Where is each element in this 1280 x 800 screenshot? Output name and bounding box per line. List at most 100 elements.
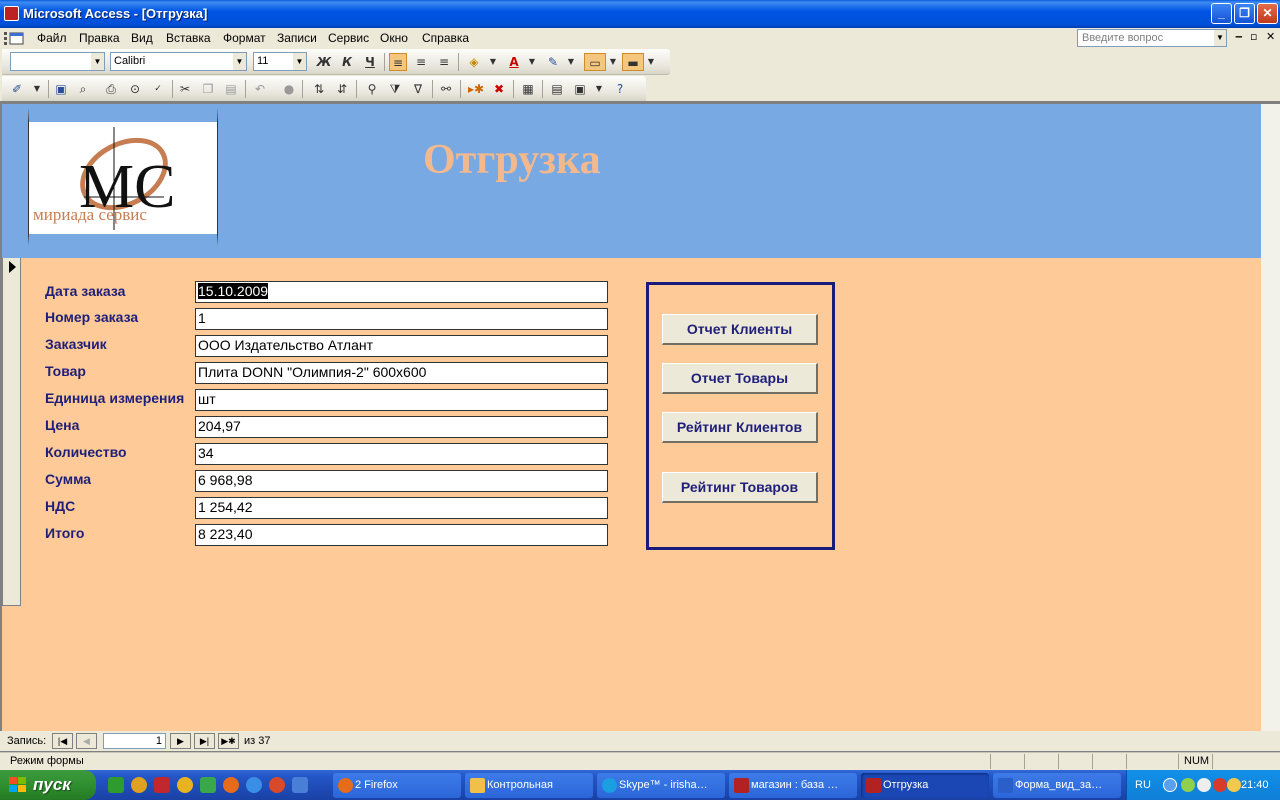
minimize-button[interactable]: _ <box>1211 3 1232 24</box>
sum-field[interactable]: 6 968,98 <box>195 470 608 492</box>
total-field[interactable]: 8 223,40 <box>195 524 608 546</box>
sort-ascending-icon[interactable]: ⇅ <box>310 80 328 98</box>
taskbar-item-firefox[interactable]: 2 Firefox <box>333 773 461 798</box>
menu-file[interactable]: Файл <box>37 31 67 45</box>
new-record-nav-icon[interactable]: ▶✱ <box>218 733 239 749</box>
hyperlink-icon[interactable]: ● <box>280 80 298 98</box>
menu-records[interactable]: Записи <box>277 31 317 45</box>
paste-icon[interactable]: ▤ <box>222 80 240 98</box>
view-design-icon[interactable]: ✐ <box>8 80 26 98</box>
font-select[interactable]: Calibri ▼ <box>110 52 247 71</box>
border-style-icon[interactable]: ▭ <box>584 53 606 71</box>
quantity-field[interactable]: 34 <box>195 443 608 465</box>
chevron-down-icon[interactable]: ▼ <box>28 80 46 98</box>
line-width-icon[interactable]: ▬ <box>622 53 644 71</box>
explorer-quicklaunch-icon[interactable] <box>200 777 216 793</box>
vat-field[interactable]: 1 254,42 <box>195 497 608 519</box>
close-button[interactable]: ✕ <box>1257 3 1278 24</box>
database-window-icon[interactable]: ▤ <box>548 80 566 98</box>
taskbar-item-database[interactable]: магазин : база … <box>729 773 857 798</box>
first-record-icon[interactable]: |◀ <box>52 733 73 749</box>
chevron-down-icon[interactable]: ▼ <box>562 53 580 71</box>
restore-button[interactable]: ❐ <box>1234 3 1255 24</box>
new-record-icon[interactable]: ▸✱ <box>467 80 485 98</box>
customer-field[interactable]: ООО Издательство Атлант <box>195 335 608 357</box>
save-icon[interactable]: ▣ <box>52 80 70 98</box>
italic-button[interactable]: К <box>338 53 356 71</box>
taskbar-item-kontrolnaya[interactable]: Контрольная <box>465 773 593 798</box>
filter-by-form-icon[interactable]: ⧩ <box>386 80 404 98</box>
menu-help[interactable]: Справка <box>422 31 469 45</box>
start-button[interactable]: пуск <box>0 770 96 800</box>
align-right-icon[interactable]: ≡ <box>435 53 453 71</box>
access-quicklaunch-icon[interactable] <box>154 777 170 793</box>
taskbar-clock[interactable]: 21:40 <box>1241 779 1269 791</box>
next-record-icon[interactable]: ▶ <box>170 733 191 749</box>
help-question-input[interactable]: Введите вопрос ▼ <box>1077 29 1227 47</box>
vertical-scrollbar[interactable] <box>1261 104 1280 731</box>
app-quicklaunch-icon[interactable] <box>131 777 147 793</box>
chevron-down-icon[interactable]: ▼ <box>642 53 660 71</box>
last-record-icon[interactable]: ▶| <box>194 733 215 749</box>
filter-by-selection-icon[interactable]: ⚲ <box>363 80 381 98</box>
clients-rating-button[interactable]: Рейтинг Клиентов <box>662 412 818 443</box>
cut-icon[interactable]: ✂ <box>176 80 194 98</box>
bold-button[interactable]: Ж <box>315 53 333 71</box>
tray-chevron-icon[interactable] <box>1163 778 1177 792</box>
menu-insert[interactable]: Вставка <box>166 31 211 45</box>
font-color-icon[interactable]: A <box>505 53 523 71</box>
underline-button[interactable]: Ч <box>361 53 379 71</box>
menu-format[interactable]: Формат <box>223 31 266 45</box>
unit-field[interactable]: шт <box>195 389 608 411</box>
desktop-quicklaunch-icon[interactable] <box>292 777 308 793</box>
language-indicator[interactable]: RU <box>1135 779 1151 791</box>
previous-record-icon[interactable]: ◀ <box>76 733 97 749</box>
menu-window[interactable]: Окно <box>380 31 408 45</box>
properties-icon[interactable]: ▦ <box>519 80 537 98</box>
access-app-icon[interactable] <box>4 6 19 21</box>
chevron-down-icon[interactable]: ▼ <box>604 53 622 71</box>
help-dropdown-arrow-icon[interactable]: ▼ <box>1214 30 1226 46</box>
ie-quicklaunch-icon[interactable] <box>246 777 262 793</box>
tray-volume-icon[interactable] <box>1227 778 1241 792</box>
align-left-icon[interactable]: ≡ <box>389 53 407 71</box>
current-record-input[interactable]: 1 <box>103 733 166 749</box>
menu-tools[interactable]: Сервис <box>328 31 369 45</box>
delete-record-icon[interactable]: ✖ <box>490 80 508 98</box>
chevron-down-icon[interactable]: ▼ <box>484 53 502 71</box>
menu-view[interactable]: Вид <box>131 31 153 45</box>
tray-network-icon[interactable] <box>1181 778 1195 792</box>
products-rating-button[interactable]: Рейтинг Товаров <box>662 472 818 503</box>
form-window-icon[interactable] <box>3 31 25 46</box>
chevron-down-icon[interactable]: ▼ <box>523 53 541 71</box>
line-color-icon[interactable]: ✎ <box>544 53 562 71</box>
mdi-minimize-icon[interactable]: ‒ <box>1235 30 1243 43</box>
order-date-field[interactable]: 15.10.2009 <box>195 281 608 303</box>
align-center-icon[interactable]: ≡ <box>412 53 430 71</box>
media-quicklaunch-icon[interactable] <box>269 777 285 793</box>
help-icon[interactable]: ? <box>611 80 629 98</box>
firefox-quicklaunch-icon[interactable] <box>223 777 239 793</box>
print-icon[interactable]: ⎙ <box>102 80 120 98</box>
taskbar-item-otgruzka[interactable]: Отгрузка <box>861 773 989 798</box>
price-field[interactable]: 204,97 <box>195 416 608 438</box>
tray-app-icon[interactable] <box>1197 778 1211 792</box>
undo-icon[interactable]: ↶ <box>251 80 269 98</box>
object-select[interactable]: ▼ <box>10 52 105 71</box>
print-preview-icon[interactable]: ⊙ <box>126 80 144 98</box>
apply-filter-icon[interactable]: ∇ <box>409 80 427 98</box>
taskbar-item-word-doc[interactable]: Форма_вид_за… <box>993 773 1121 798</box>
record-selector[interactable] <box>2 258 21 606</box>
order-number-field[interactable]: 1 <box>195 308 608 330</box>
mdi-restore-icon[interactable]: ▫ <box>1250 30 1257 43</box>
find-icon[interactable]: ⚯ <box>437 80 455 98</box>
report-products-button[interactable]: Отчет Товары <box>662 363 818 394</box>
search-icon[interactable]: ⌕ <box>74 80 92 98</box>
spelling-icon[interactable]: ✓ <box>149 80 167 98</box>
font-size-select[interactable]: 11 ▼ <box>253 52 307 71</box>
fill-color-icon[interactable]: ◈ <box>465 53 483 71</box>
chevron-down-icon[interactable]: ▼ <box>590 80 608 98</box>
report-clients-button[interactable]: Отчет Клиенты <box>662 314 818 345</box>
sort-descending-icon[interactable]: ⇵ <box>333 80 351 98</box>
tray-antivirus-icon[interactable] <box>1213 778 1227 792</box>
